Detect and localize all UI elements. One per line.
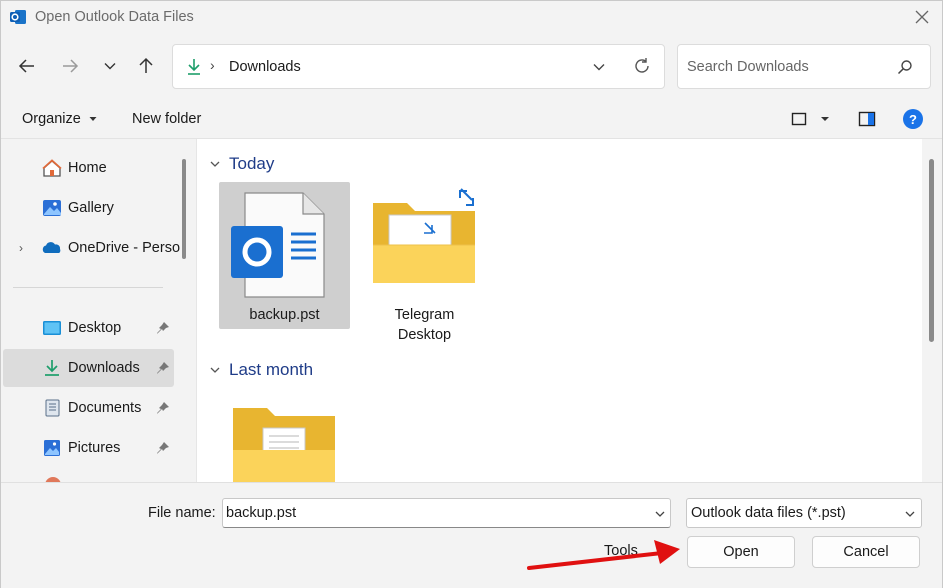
music-icon [45,477,61,482]
file-name-label: File name: [148,505,216,521]
file-name-label: backup.pst [249,307,320,323]
pin-icon[interactable] [156,401,170,415]
chevron-down-icon [104,63,116,70]
sidebar-item-label: Gallery [68,200,114,216]
content-scrollbar[interactable] [929,159,934,342]
downloads-icon [45,360,59,376]
new-folder-button[interactable]: New folder [132,111,201,127]
sidebar-item-onedrive[interactable]: › OneDrive - Perso [3,229,180,267]
group-title: Today [229,154,275,173]
forward-button[interactable] [56,52,84,80]
search-box[interactable] [677,44,931,89]
chevron-down-icon [210,367,220,373]
folder-telegram-desktop[interactable]: Telegram Desktop [359,182,490,343]
folder-icon [233,408,335,482]
chevron-down-icon[interactable] [589,57,609,77]
folder-icon [373,188,475,283]
caret-down-icon [89,117,97,122]
close-button[interactable] [909,5,935,29]
file-name-input[interactable] [226,504,646,522]
documents-icon [45,399,60,417]
sidebar-item-label: Downloads [68,360,140,376]
close-icon [915,10,929,24]
window-title: Open Outlook Data Files [35,9,194,25]
view-mode-icon[interactable] [790,110,808,128]
file-name-combobox[interactable] [222,498,671,528]
preview-pane-icon[interactable] [858,110,876,128]
caret-down-icon[interactable] [819,110,831,128]
sidebar-item-desktop[interactable]: Desktop [3,309,174,347]
title-bar: Open Outlook Data Files [1,1,942,34]
file-type-value: Outlook data files (*.pst) [691,505,846,521]
pictures-icon [44,440,60,456]
refresh-icon[interactable] [631,55,653,77]
search-icon [897,60,912,75]
chevron-down-icon[interactable] [653,507,667,521]
arrow-right-icon [63,59,79,73]
sidebar-item-pictures[interactable]: Pictures [3,429,174,467]
pin-icon[interactable] [156,321,170,335]
pin-icon[interactable] [156,441,170,455]
file-backup-pst[interactable]: backup.pst [219,182,350,329]
back-button[interactable] [13,52,41,80]
sidebar-item-label: Documents [68,400,142,416]
sidebar-item-downloads[interactable]: Downloads [3,349,174,387]
chevron-down-icon [210,161,220,167]
chevron-down-icon [905,511,915,517]
help-icon[interactable]: ? [903,109,923,129]
address-bar[interactable]: › Downloads [172,44,665,89]
group-header-today[interactable]: Today [209,154,274,174]
sidebar-divider [13,287,163,288]
breadcrumb-downloads[interactable]: Downloads [229,59,301,75]
gallery-icon [43,200,61,216]
breadcrumb-separator: › [210,57,215,73]
sidebar-item-label: Pictures [68,440,121,456]
home-icon [42,159,62,177]
onedrive-icon [42,242,61,253]
sidebar-item-documents[interactable]: Documents [3,389,174,427]
sidebar-item-gallery[interactable]: Gallery [3,189,174,227]
chevron-right-icon[interactable]: › [19,241,23,255]
file-type-select[interactable]: Outlook data files (*.pst) [686,498,922,528]
up-button[interactable] [132,52,160,80]
sidebar-item-label: OneDrive - Perso [68,240,181,256]
file-list: Today backup.pst Telegram Desktop Last m… [196,139,922,482]
tools-menu[interactable]: Tools [604,543,638,559]
folder-item[interactable] [219,394,350,482]
downloads-icon [188,59,200,75]
sidebar-scrollbar[interactable] [182,159,186,259]
organize-label: Organize [22,111,81,127]
arrow-left-icon [18,59,34,73]
outlook-file-icon [231,192,325,298]
recent-locations-button[interactable] [96,52,124,80]
sidebar-item-label: Home [68,160,107,176]
navigation-pane: Home Gallery › OneDrive - Perso Desktop [1,139,191,482]
group-title: Last month [229,360,314,379]
pin-icon[interactable] [156,361,170,375]
dialog-footer: File name: Outlook data files (*.pst) To… [1,482,942,588]
outlook-app-icon [10,10,26,24]
desktop-icon [43,321,61,335]
search-input[interactable] [687,57,887,77]
open-button[interactable]: Open [687,536,795,568]
file-name-label: Telegram Desktop [394,307,455,343]
sidebar-item-label: Desktop [68,320,122,336]
group-header-last-month[interactable]: Last month [209,360,313,380]
cancel-button[interactable]: Cancel [812,536,920,568]
open-file-dialog: Open Outlook Data Files › Downloads Sear… [0,0,943,588]
arrow-up-icon [139,57,153,73]
organize-menu[interactable]: Organize [22,111,98,127]
sidebar-item-home[interactable]: Home [3,149,174,187]
